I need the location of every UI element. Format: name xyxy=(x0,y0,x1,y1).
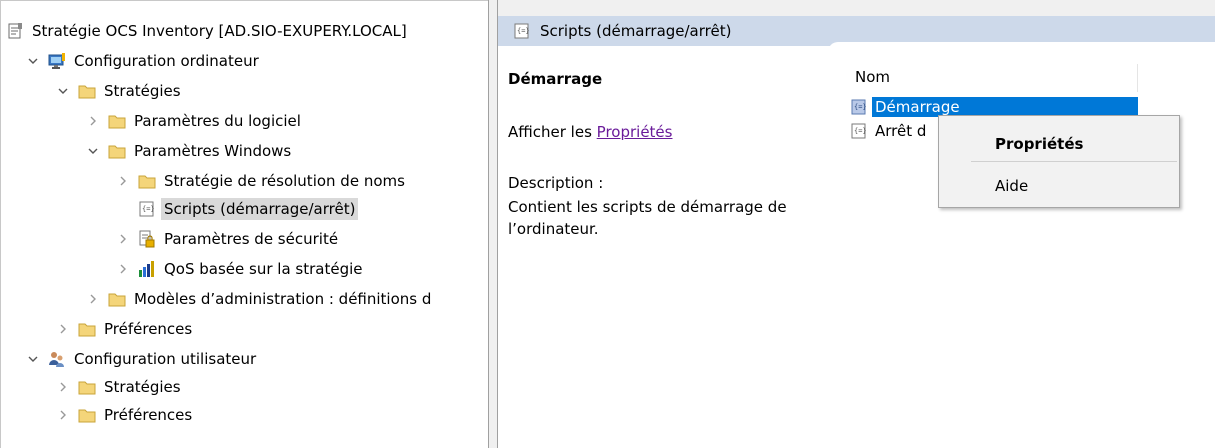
extended-title: Démarrage xyxy=(508,70,603,88)
tree-label: QoS basée sur la stratégie xyxy=(164,260,363,278)
tree-item-qos[interactable]: QoS basée sur la stratégie xyxy=(115,255,366,283)
chevron-right-icon[interactable] xyxy=(85,111,101,131)
chevron-right-icon[interactable] xyxy=(55,405,71,425)
properties-link[interactable]: Propriétés xyxy=(597,123,673,141)
folder-icon xyxy=(77,405,97,425)
tree-label: Configuration utilisateur xyxy=(74,350,257,368)
folder-icon xyxy=(107,111,127,131)
list-item-label: Démarrage xyxy=(872,97,1138,117)
tree-item-cc-strategies[interactable]: Stratégies xyxy=(55,77,184,105)
context-menu: Propriétés Aide xyxy=(938,115,1180,208)
column-header-name[interactable]: Nom xyxy=(848,64,1138,92)
script-icon: {=} xyxy=(849,121,869,141)
tree-label: Scripts (démarrage/arrêt) xyxy=(161,198,359,220)
console-tree[interactable]: Stratégie OCS Inventory [AD.SIO-EXUPERY.… xyxy=(0,0,488,448)
tree-item-uc-preferences[interactable]: Préférences xyxy=(55,401,195,429)
tree-item-windows-settings[interactable]: Paramètres Windows xyxy=(85,137,294,165)
chevron-right-icon[interactable] xyxy=(85,289,101,309)
description-text: Contient les scripts de démarrage de l’o… xyxy=(508,198,787,238)
tree-item-cc-preferences[interactable]: Préférences xyxy=(55,315,195,343)
column-header-label: Nom xyxy=(855,68,891,86)
script-icon: {=} xyxy=(512,21,532,41)
tree-item-uc-strategies[interactable]: Stratégies xyxy=(55,373,184,401)
folder-icon xyxy=(77,377,97,397)
script-icon: {=} xyxy=(849,97,869,117)
computer-icon xyxy=(47,51,67,71)
tree-label: Préférences xyxy=(104,320,193,338)
properties-link-row: Afficher les Propriétés xyxy=(508,123,672,141)
script-icon: {=} xyxy=(137,199,157,219)
svg-text:{=}: {=} xyxy=(142,205,155,213)
scripts-list[interactable]: Nom {=} Démarrage {=} Arrêt d xyxy=(848,46,1215,448)
svg-text:{=}: {=} xyxy=(854,103,867,111)
tree-label: Stratégie OCS Inventory [AD.SIO-EXUPERY.… xyxy=(32,22,407,40)
pane-splitter[interactable] xyxy=(488,0,498,448)
top-strip xyxy=(498,0,1215,16)
chevron-right-icon[interactable] xyxy=(115,229,131,249)
tree-item-admin-templates[interactable]: Modèles d’administration : définitions d xyxy=(85,285,434,313)
folder-icon xyxy=(77,319,97,339)
svg-text:{=}: {=} xyxy=(854,127,867,135)
details-title: Scripts (démarrage/arrêt) xyxy=(540,22,732,40)
tree-label: Stratégies xyxy=(104,378,181,396)
policy-document-icon xyxy=(5,21,25,41)
users-icon xyxy=(47,349,67,369)
tree-item-security-settings[interactable]: Paramètres de sécurité xyxy=(115,225,341,253)
tree-label: Paramètres de sécurité xyxy=(164,230,339,248)
tree-item-computer-config[interactable]: Configuration ordinateur xyxy=(25,47,262,75)
bar-chart-icon xyxy=(137,259,157,279)
chevron-right-icon[interactable] xyxy=(115,259,131,279)
chevron-down-icon[interactable] xyxy=(85,141,101,161)
chevron-down-icon[interactable] xyxy=(25,349,41,369)
menu-item-properties[interactable]: Propriétés xyxy=(939,129,1179,159)
tree-item-user-config[interactable]: Configuration utilisateur xyxy=(25,345,259,373)
folder-icon xyxy=(77,81,97,101)
tree-label: Paramètres Windows xyxy=(134,142,292,160)
chevron-right-icon[interactable] xyxy=(55,377,71,397)
tree-label: Paramètres du logiciel xyxy=(134,112,301,130)
tree-label: Préférences xyxy=(104,406,193,424)
tree-item-name-resolution[interactable]: Stratégie de résolution de noms xyxy=(115,167,408,195)
details-pane: {=} Scripts (démarrage/arrêt) Démarrage … xyxy=(498,16,1215,448)
tree-label: Modèles d’administration : définitions d xyxy=(134,290,432,308)
chevron-down-icon[interactable] xyxy=(55,81,71,101)
tree-label: Stratégie de résolution de noms xyxy=(164,172,405,190)
menu-item-help[interactable]: Aide xyxy=(939,171,1179,201)
list-item-label: Arrêt d xyxy=(875,122,927,140)
chevron-down-icon[interactable] xyxy=(25,51,41,71)
link-prefix: Afficher les xyxy=(508,123,597,141)
tree-item-root[interactable]: Stratégie OCS Inventory [AD.SIO-EXUPERY.… xyxy=(5,17,410,45)
tree-item-software-settings[interactable]: Paramètres du logiciel xyxy=(85,107,304,135)
tree-item-scripts[interactable]: {=} Scripts (démarrage/arrêt) xyxy=(131,195,359,223)
svg-text:{=}: {=} xyxy=(517,27,530,35)
chevron-right-icon[interactable] xyxy=(55,319,71,339)
folder-icon xyxy=(107,141,127,161)
folder-icon xyxy=(107,289,127,309)
description-label: Description : xyxy=(508,174,604,192)
tree-label: Stratégies xyxy=(104,82,181,100)
chevron-right-icon[interactable] xyxy=(115,171,131,191)
security-lock-icon xyxy=(137,229,157,249)
menu-separator xyxy=(971,161,1177,162)
folder-icon xyxy=(137,171,157,191)
tree-label: Configuration ordinateur xyxy=(74,52,259,70)
